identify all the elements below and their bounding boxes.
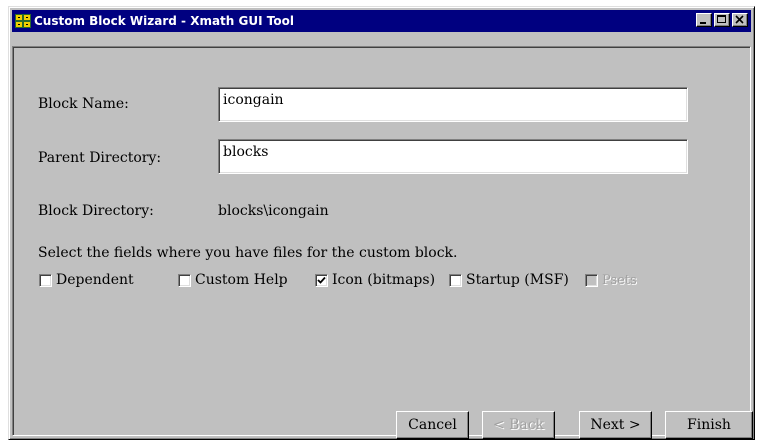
checkbox-dependent-label[interactable]: Dependent bbox=[56, 272, 134, 289]
title-bar[interactable]: Custom Block Wizard - Xmath GUI Tool bbox=[12, 10, 751, 32]
instructions-text: Select the fields where you have files f… bbox=[38, 245, 458, 261]
close-button[interactable] bbox=[732, 13, 748, 27]
checkbox-icon-bitmaps-label[interactable]: Icon (bitmaps) bbox=[332, 272, 435, 289]
checkbox-startup-msf-label[interactable]: Startup (MSF) bbox=[466, 272, 569, 289]
block-directory-label: Block Directory: bbox=[38, 203, 154, 219]
back-button: < Back bbox=[482, 411, 555, 439]
finish-button[interactable]: Finish bbox=[665, 411, 753, 439]
window-title: Custom Block Wizard - Xmath GUI Tool bbox=[34, 14, 294, 28]
minimize-button[interactable] bbox=[696, 13, 712, 27]
checkbox-custom-help-box[interactable] bbox=[178, 274, 191, 287]
next-button[interactable]: Next > bbox=[579, 411, 652, 439]
checkbox-dependent-box[interactable] bbox=[39, 274, 52, 287]
checkbox-psets-box bbox=[585, 274, 598, 287]
parent-directory-input[interactable]: blocks bbox=[218, 139, 688, 174]
checkbox-custom-help-label[interactable]: Custom Help bbox=[195, 272, 288, 289]
xmath-app-icon[interactable] bbox=[15, 13, 31, 29]
minimize-icon bbox=[700, 22, 706, 24]
block-name-input[interactable]: icongain bbox=[218, 87, 688, 122]
block-directory-value: blocks\icongain bbox=[218, 203, 329, 219]
maximize-icon bbox=[717, 15, 726, 23]
cancel-button[interactable]: Cancel bbox=[396, 411, 469, 439]
checkbox-psets-label: Psets bbox=[602, 273, 637, 288]
close-icon bbox=[735, 15, 744, 24]
check-mark-icon bbox=[317, 276, 326, 284]
checkbox-icon-bitmaps-box[interactable] bbox=[315, 274, 328, 287]
checkbox-startup-msf-box[interactable] bbox=[449, 274, 462, 287]
wizard-window: Custom Block Wizard - Xmath GUI Tool Blo… bbox=[8, 6, 755, 440]
maximize-button[interactable] bbox=[714, 13, 730, 27]
parent-directory-label: Parent Directory: bbox=[38, 150, 162, 166]
block-name-label: Block Name: bbox=[38, 96, 129, 112]
